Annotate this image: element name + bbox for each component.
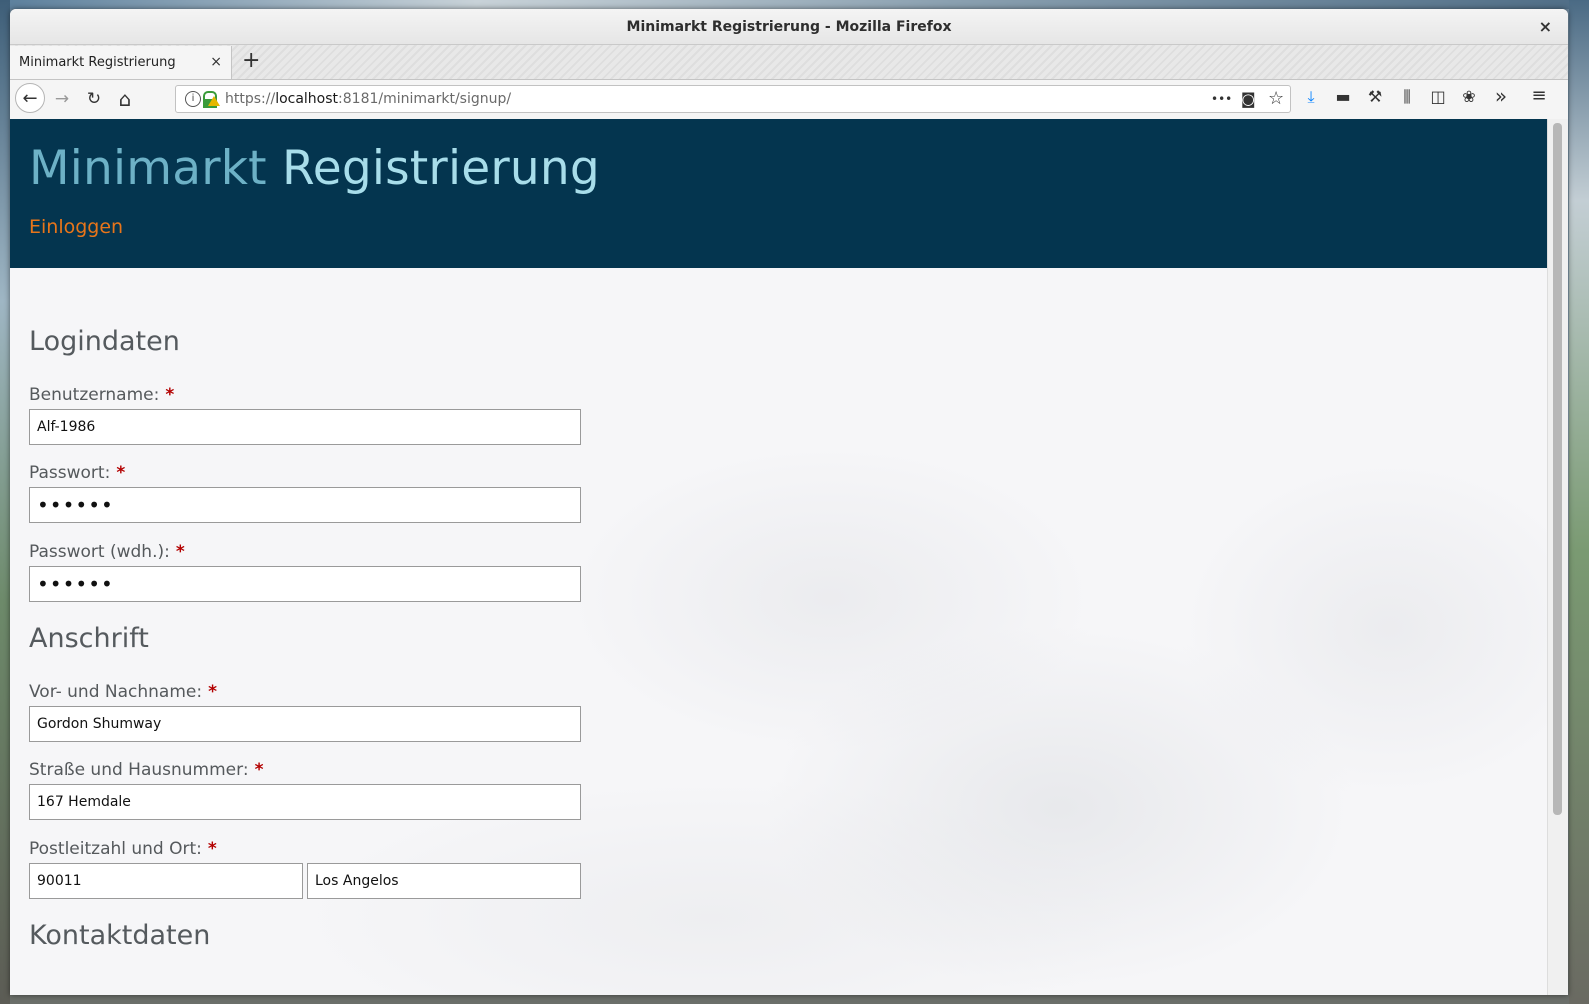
extension-icon[interactable]: ❀	[1457, 87, 1481, 106]
library-icon[interactable]: ⫼	[1395, 87, 1419, 107]
city-input[interactable]: Los Angelos	[307, 863, 581, 899]
tab-label: Minimarkt Registrierung	[19, 55, 176, 70]
back-button[interactable]: ←	[15, 83, 45, 113]
url-bar[interactable]: i https://localhost:8181/minimarkt/signu…	[175, 85, 1291, 113]
sidebar-icon[interactable]: ◫	[1426, 87, 1450, 106]
zip-input[interactable]: 90011	[29, 863, 303, 899]
home-icon[interactable]: ⌂	[112, 86, 138, 112]
password-label: Passwort: *	[29, 463, 126, 483]
window-titlebar: Minimarkt Registrierung - Mozilla Firefo…	[10, 9, 1568, 45]
window-title: Minimarkt Registrierung - Mozilla Firefo…	[626, 18, 952, 35]
login-link[interactable]: Einloggen	[29, 216, 123, 238]
site-title: Minimarkt Registrierung	[29, 141, 600, 196]
new-tab-icon[interactable]: +	[242, 49, 260, 73]
section-heading-kontaktdaten: Kontaktdaten	[29, 920, 211, 951]
required-marker: *	[254, 760, 264, 780]
required-marker: *	[207, 839, 217, 859]
screenshot-icon[interactable]: ▬	[1331, 87, 1355, 106]
browser-window: Minimarkt Registrierung - Mozilla Firefo…	[10, 9, 1568, 995]
forward-arrow-icon[interactable]: →	[49, 86, 75, 112]
desktop-background-top	[0, 0, 1589, 9]
site-title-minimarkt: Minimarkt	[29, 141, 267, 196]
page-actions-icon[interactable]: •••	[1211, 92, 1232, 106]
tab-close-icon[interactable]: ×	[210, 54, 222, 70]
street-input[interactable]: 167 Hemdale	[29, 784, 581, 820]
hamburger-menu-icon[interactable]: ≡	[1527, 85, 1551, 106]
tab-bar: Minimarkt Registrierung × +	[10, 45, 1568, 80]
back-arrow-icon: ←	[22, 87, 38, 109]
username-label: Benutzername: *	[29, 385, 175, 405]
page-viewport: Minimarkt Registrierung Einloggen Logind…	[10, 119, 1547, 995]
url-text[interactable]: https://localhost:8181/minimarkt/signup/	[225, 91, 511, 107]
scrollbar-thumb[interactable]	[1553, 123, 1562, 815]
pocket-icon[interactable]: ◙	[1241, 90, 1256, 108]
warning-icon	[208, 96, 220, 106]
tab-minimarkt-registrierung[interactable]: Minimarkt Registrierung ×	[10, 46, 232, 79]
site-header: Minimarkt Registrierung Einloggen	[10, 119, 1547, 268]
street-label: Straße und Hausnummer: *	[29, 760, 264, 780]
required-marker: *	[208, 682, 217, 702]
zip-city-label: Postleitzahl und Ort: *	[29, 839, 217, 859]
section-heading-anschrift: Anschrift	[29, 623, 149, 654]
required-marker: *	[175, 542, 185, 562]
password-input[interactable]: ••••••	[29, 487, 581, 523]
section-heading-logindaten: Logindaten	[29, 326, 180, 357]
bookmark-star-icon[interactable]: ☆	[1268, 88, 1284, 109]
password-repeat-input[interactable]: ••••••	[29, 566, 581, 602]
reload-icon[interactable]: ↻	[81, 86, 107, 112]
window-close-icon[interactable]: ×	[1539, 17, 1552, 36]
required-marker: *	[165, 385, 175, 405]
page-scrollbar[interactable]	[1547, 119, 1568, 995]
desktop-background-right	[1569, 0, 1589, 1004]
password-repeat-label: Passwort (wdh.): *	[29, 542, 185, 562]
info-icon[interactable]: i	[185, 91, 201, 107]
desktop-background-left	[0, 0, 10, 1004]
site-title-registrierung: Registrierung	[281, 141, 600, 196]
overflow-menu-icon[interactable]: »	[1489, 84, 1513, 108]
navigation-toolbar: ← → ↻ ⌂ i https://localhost:8181/minimar…	[10, 80, 1568, 120]
name-label: Vor- und Nachname: *	[29, 682, 217, 702]
username-input[interactable]: Alf-1986	[29, 409, 581, 445]
wrench-icon[interactable]: ⚒	[1363, 87, 1387, 106]
download-icon[interactable]: ⤓	[1299, 87, 1323, 107]
signup-form: Logindaten Benutzername: * Alf-1986 Passw…	[10, 268, 1547, 995]
required-marker: *	[116, 463, 126, 483]
name-input[interactable]: Gordon Shumway	[29, 706, 581, 742]
